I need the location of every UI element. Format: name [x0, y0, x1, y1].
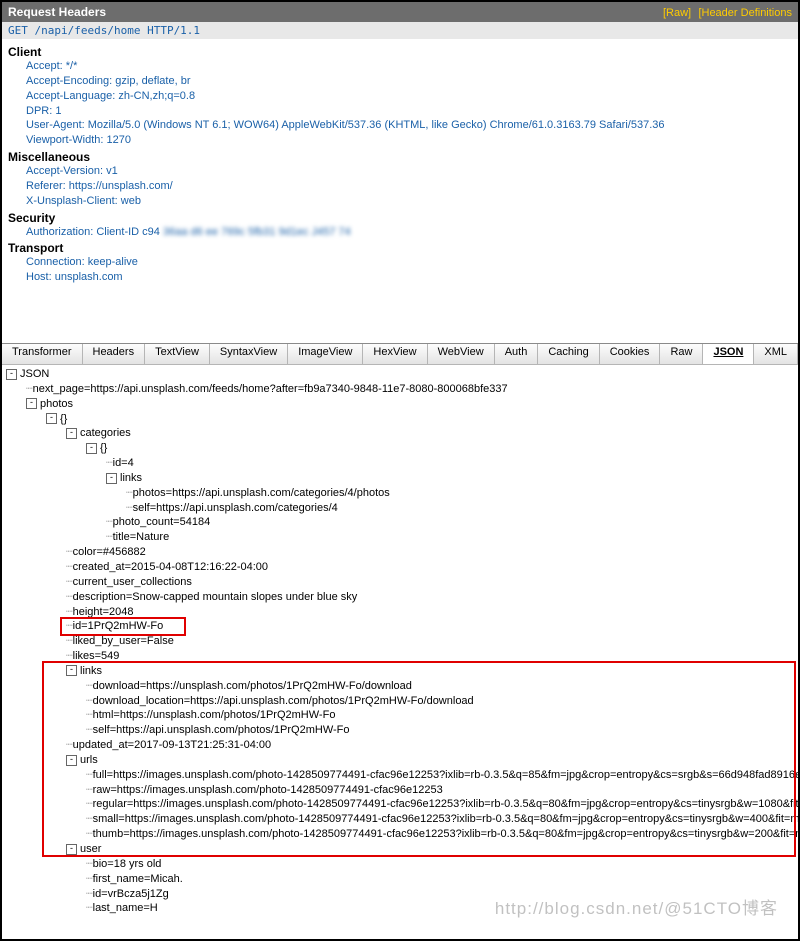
group-client: Client: [8, 45, 792, 59]
auth-redacted: 36aa d6 ee 769c 5fb31 9d1ec J457 74: [160, 226, 351, 238]
hdr-dpr: DPR: 1: [26, 104, 792, 119]
hdr-host: Host: unsplash.com: [26, 270, 792, 285]
tab-xml[interactable]: XML: [754, 344, 798, 364]
node-url-full[interactable]: full=https://images.unsplash.com/photo-1…: [93, 769, 798, 781]
hdr-connection: Connection: keep-alive: [26, 255, 792, 270]
node-obj[interactable]: {}: [60, 413, 67, 425]
tab-syntaxview[interactable]: SyntaxView: [210, 344, 288, 364]
tab-imageview[interactable]: ImageView: [288, 344, 363, 364]
hdr-referer: Referer: https://unsplash.com/: [26, 179, 792, 194]
watermark: http://blog.csdn.net/@51CTO博客: [495, 894, 778, 919]
collapse-icon[interactable]: -: [26, 398, 37, 409]
node-user-first-name[interactable]: first_name=Micah.: [93, 873, 183, 885]
inspector-tabbar: Transformer Headers TextView SyntaxView …: [2, 343, 798, 365]
node-links[interactable]: links: [80, 665, 102, 677]
node-cat-self-link[interactable]: self=https://api.unsplash.com/categories…: [133, 502, 338, 514]
tab-hexview[interactable]: HexView: [363, 344, 427, 364]
panel-title: Request Headers: [8, 5, 106, 19]
node-cat-photos-link[interactable]: photos=https://api.unsplash.com/categori…: [133, 487, 390, 499]
node-url-small[interactable]: small=https://images.unsplash.com/photo-…: [93, 813, 798, 825]
node-color[interactable]: color=#456882: [73, 546, 146, 558]
node-categories[interactable]: categories: [80, 427, 131, 439]
hdr-authorization: Authorization: Client-ID c94 36aa d6 ee …: [26, 225, 792, 240]
group-miscellaneous: Miscellaneous: [8, 150, 792, 164]
collapse-icon[interactable]: -: [66, 665, 77, 676]
hdr-user-agent: User-Agent: Mozilla/5.0 (Windows NT 6.1;…: [26, 118, 792, 133]
node-user[interactable]: user: [80, 843, 101, 855]
node-download-location[interactable]: download_location=https://api.unsplash.c…: [93, 695, 474, 707]
node-photos[interactable]: photos: [40, 398, 73, 410]
node-root[interactable]: JSON: [20, 368, 49, 380]
collapse-icon[interactable]: -: [66, 844, 77, 855]
node-created-at[interactable]: created_at=2015-04-08T12:16:22-04:00: [73, 561, 268, 573]
json-tree[interactable]: -JSON ┈next_page=https://api.unsplash.co…: [2, 365, 798, 918]
tab-json[interactable]: JSON: [703, 344, 754, 364]
node-cat-links[interactable]: links: [120, 472, 142, 484]
collapse-icon[interactable]: -: [66, 755, 77, 766]
node-liked-by-user[interactable]: liked_by_user=False: [73, 635, 174, 647]
node-cat-title[interactable]: title=Nature: [113, 531, 170, 543]
tab-cookies[interactable]: Cookies: [600, 344, 661, 364]
request-headers-titlebar: Request Headers [Raw] [Header Definition…: [2, 2, 798, 22]
group-transport: Transport: [8, 241, 792, 255]
hdr-accept-language: Accept-Language: zh-CN,zh;q=0.8: [26, 89, 792, 104]
tab-textview[interactable]: TextView: [145, 344, 210, 364]
node-urls[interactable]: urls: [80, 754, 98, 766]
node-id[interactable]: id=1PrQ2mHW-Fo: [73, 620, 164, 632]
hdr-accept: Accept: */*: [26, 59, 792, 74]
node-cat-obj[interactable]: {}: [100, 442, 107, 454]
hdr-x-unsplash-client: X-Unsplash-Client: web: [26, 194, 792, 209]
group-security: Security: [8, 211, 792, 225]
collapse-icon[interactable]: -: [106, 473, 117, 484]
node-next-page[interactable]: next_page=https://api.unsplash.com/feeds…: [33, 383, 508, 395]
node-user-last-name[interactable]: last_name=H: [93, 902, 158, 914]
request-headers-body: Client Accept: */* Accept-Encoding: gzip…: [2, 39, 798, 343]
node-photo-count[interactable]: photo_count=54184: [113, 516, 211, 528]
node-self[interactable]: self=https://api.unsplash.com/photos/1Pr…: [93, 724, 350, 736]
hdr-accept-encoding: Accept-Encoding: gzip, deflate, br: [26, 74, 792, 89]
collapse-icon[interactable]: -: [6, 369, 17, 380]
hdr-viewport-width: Viewport-Width: 1270: [26, 133, 792, 148]
node-updated-at[interactable]: updated_at=2017-09-13T21:25:31-04:00: [73, 739, 271, 751]
request-line: GET /napi/feeds/home HTTP/1.1: [2, 22, 798, 39]
node-cat-id[interactable]: id=4: [113, 457, 134, 469]
tab-auth[interactable]: Auth: [495, 344, 539, 364]
node-current-user-collections[interactable]: current_user_collections: [73, 576, 192, 588]
node-url-regular[interactable]: regular=https://images.unsplash.com/phot…: [93, 798, 798, 810]
tab-headers[interactable]: Headers: [83, 344, 146, 364]
node-user-id[interactable]: id=vrBcza5j1Zg: [93, 888, 169, 900]
tab-raw[interactable]: Raw: [660, 344, 703, 364]
tab-caching[interactable]: Caching: [538, 344, 599, 364]
node-url-raw[interactable]: raw=https://images.unsplash.com/photo-14…: [93, 784, 443, 796]
tab-transformer[interactable]: Transformer: [2, 344, 83, 364]
node-download[interactable]: download=https://unsplash.com/photos/1Pr…: [93, 680, 412, 692]
node-user-bio[interactable]: bio=18 yrs old: [93, 858, 162, 870]
node-likes[interactable]: likes=549: [73, 650, 120, 662]
collapse-icon[interactable]: -: [46, 413, 57, 424]
node-description[interactable]: description=Snow-capped mountain slopes …: [73, 591, 358, 603]
tab-webview[interactable]: WebView: [428, 344, 495, 364]
hdr-accept-version: Accept-Version: v1: [26, 164, 792, 179]
header-links: [Raw] [Header Definitions: [659, 5, 792, 19]
raw-link[interactable]: [Raw]: [663, 7, 691, 19]
node-url-thumb[interactable]: thumb=https://images.unsplash.com/photo-…: [93, 828, 798, 840]
auth-prefix: Authorization: Client-ID c94: [26, 226, 160, 238]
collapse-icon[interactable]: -: [66, 428, 77, 439]
header-definitions-link[interactable]: [Header Definitions: [698, 7, 792, 19]
node-html[interactable]: html=https://unsplash.com/photos/1PrQ2mH…: [93, 709, 336, 721]
node-height[interactable]: height=2048: [73, 606, 134, 618]
collapse-icon[interactable]: -: [86, 443, 97, 454]
